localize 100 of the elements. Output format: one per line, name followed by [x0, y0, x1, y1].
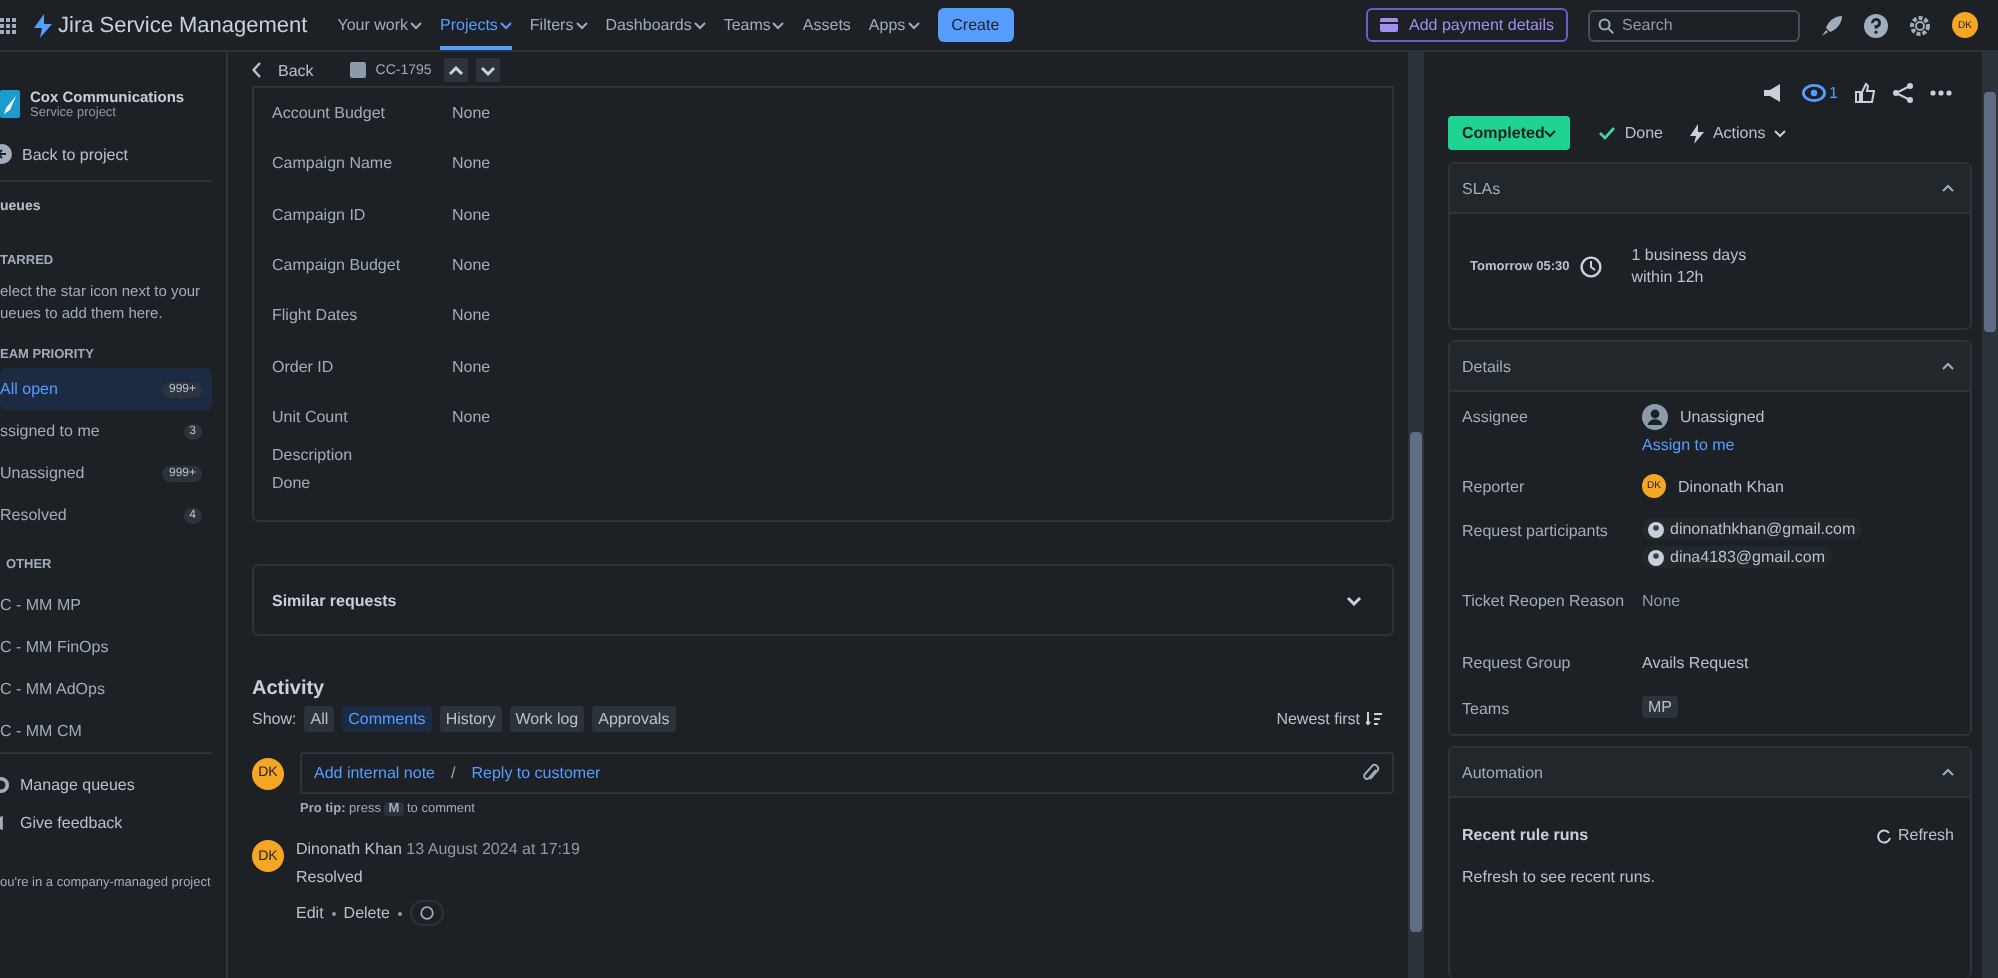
create-button[interactable]: Create	[937, 8, 1014, 42]
assign-to-me-link[interactable]: Assign to me	[1642, 436, 1735, 454]
activity-filter-tab[interactable]: History	[439, 706, 502, 733]
activity-filter-tab[interactable]: All	[304, 706, 335, 733]
clock-icon	[1579, 255, 1602, 277]
field-value[interactable]: None	[452, 306, 491, 325]
reporter-value[interactable]: Dinonath Khan	[1678, 477, 1784, 495]
queue-item[interactable]: C - MM MP	[0, 584, 212, 626]
detail-value[interactable]: None	[1642, 588, 1681, 610]
caret-icon	[1544, 130, 1557, 138]
back-link[interactable]: Back	[252, 61, 314, 79]
product-logo-text[interactable]: Jira Service Management	[58, 13, 308, 37]
field-label: Campaign ID	[272, 205, 368, 224]
refresh-button[interactable]: Refresh	[1875, 826, 1954, 844]
nav-menu-item[interactable]: Assets	[802, 0, 851, 50]
sort-order-button[interactable]: Newest first	[1276, 710, 1394, 729]
settings-icon[interactable]	[1908, 13, 1932, 37]
chevron-up-icon	[1942, 768, 1954, 776]
sla-goal: 1 business days	[1631, 244, 1747, 266]
assignee-value[interactable]: Unassigned	[1680, 408, 1765, 426]
next-issue-button[interactable]	[475, 58, 500, 82]
lightning-icon	[1690, 123, 1705, 143]
nav-menu-item[interactable]: Your work	[337, 0, 423, 50]
request-type-icon	[349, 62, 366, 78]
field-value[interactable]: None	[452, 104, 491, 123]
refresh-icon	[1875, 827, 1892, 843]
more-icon[interactable]	[1930, 90, 1952, 96]
automation-section-header[interactable]: Automation	[1450, 748, 1970, 798]
emoji-icon	[419, 906, 434, 921]
field-label: Campaign Name	[272, 154, 395, 173]
back-to-project-link[interactable]: Back to project	[0, 134, 212, 180]
comment-author[interactable]: Dinonath Khan	[296, 840, 402, 859]
detail-label: Assignee	[1462, 406, 1530, 426]
resolution-done: Done	[1598, 124, 1663, 142]
app-grid-icon[interactable]	[0, 17, 16, 33]
activity-filter-tab[interactable]: Approvals	[592, 706, 676, 733]
team-tag[interactable]: MP	[1642, 696, 1678, 718]
field-value[interactable]: None	[452, 256, 491, 275]
detail-label: Request participants	[1462, 520, 1610, 540]
sort-icon	[1366, 712, 1382, 727]
nav-menu-item[interactable]: Filters	[529, 0, 588, 50]
comment-action-link[interactable]: Delete	[343, 904, 390, 923]
search-field[interactable]: Search	[1588, 9, 1800, 41]
comment-action-link[interactable]: Edit	[296, 904, 324, 923]
activity-filter-tab[interactable]: Work log	[509, 706, 585, 733]
share-icon[interactable]	[1892, 82, 1914, 104]
actions-dropdown[interactable]: Actions	[1690, 123, 1786, 143]
caret-icon	[1773, 129, 1786, 137]
description-label: Description	[272, 446, 355, 465]
field-value[interactable]: None	[452, 205, 491, 224]
status-dropdown[interactable]: Completed	[1448, 116, 1571, 150]
thumbs-up-icon[interactable]	[1854, 82, 1876, 104]
nav-menu-item[interactable]: Dashboards	[605, 0, 706, 50]
eye-icon	[1801, 84, 1826, 102]
detail-label: Reporter	[1462, 476, 1527, 496]
details-section-header[interactable]: Details	[1450, 342, 1970, 392]
nav-menu-item[interactable]: Teams	[723, 0, 785, 50]
detail-value[interactable]: Avails Request	[1642, 654, 1749, 672]
comment-box[interactable]: Add internal note / Reply to customer	[300, 752, 1394, 795]
give-feedback-link[interactable]: Give feedback	[0, 804, 212, 842]
participant-chip[interactable]: dinonathkhan@gmail.com	[1642, 518, 1862, 540]
chevron-up-icon	[1942, 184, 1954, 192]
add-reaction-button[interactable]	[409, 900, 444, 927]
nav-menu-item[interactable]: Apps	[868, 0, 920, 50]
queue-item[interactable]: C - MM AdOps	[0, 668, 212, 710]
field-value[interactable]: None	[452, 357, 491, 376]
card-icon	[1379, 18, 1397, 32]
checkmark-icon	[1598, 126, 1617, 140]
detail-label: Ticket Reopen Reason	[1462, 590, 1627, 610]
previous-issue-button[interactable]	[443, 58, 468, 82]
queue-item[interactable]: C - MM CM	[0, 710, 212, 752]
separator-dot	[397, 911, 402, 916]
description-text[interactable]: Done	[272, 474, 452, 493]
recent-rule-runs-heading: Recent rule runs	[1462, 826, 1589, 844]
chevron-left-icon	[252, 61, 262, 77]
chevron-up-icon	[1942, 362, 1954, 370]
sla-remaining: within 12h	[1631, 266, 1706, 288]
nav-menu-item[interactable]: Projects	[440, 0, 512, 50]
queue-item[interactable]: C - MM FinOps	[0, 626, 212, 668]
manage-queues-link[interactable]: Manage queues	[0, 766, 212, 804]
attachment-icon[interactable]	[1362, 762, 1380, 785]
watchers-button[interactable]: 1	[1801, 84, 1838, 102]
slas-section-header[interactable]: SLAs	[1450, 164, 1970, 214]
chevron-up-icon	[447, 65, 464, 75]
help-icon[interactable]	[1864, 13, 1888, 37]
comment-text: Resolved	[296, 868, 365, 887]
field-label: Account Budget	[272, 104, 387, 123]
activity-filter-tab[interactable]: Comments	[342, 706, 432, 733]
participant-chip[interactable]: dina4183@gmail.com	[1642, 546, 1831, 568]
show-label: Show:	[252, 710, 297, 729]
automation-hint: Refresh to see recent runs.	[1460, 866, 1657, 890]
field-value[interactable]: None	[452, 407, 491, 426]
add-payment-details-button[interactable]: Add payment details	[1365, 8, 1568, 42]
field-label: Order ID	[272, 357, 336, 376]
search-icon	[1598, 17, 1614, 33]
field-value[interactable]: None	[452, 154, 491, 173]
similar-requests-panel[interactable]: Similar requests	[252, 564, 1394, 637]
field-label: Campaign Budget	[272, 256, 403, 275]
field-label: Flight Dates	[272, 306, 360, 325]
chevron-down-icon	[1346, 595, 1362, 606]
